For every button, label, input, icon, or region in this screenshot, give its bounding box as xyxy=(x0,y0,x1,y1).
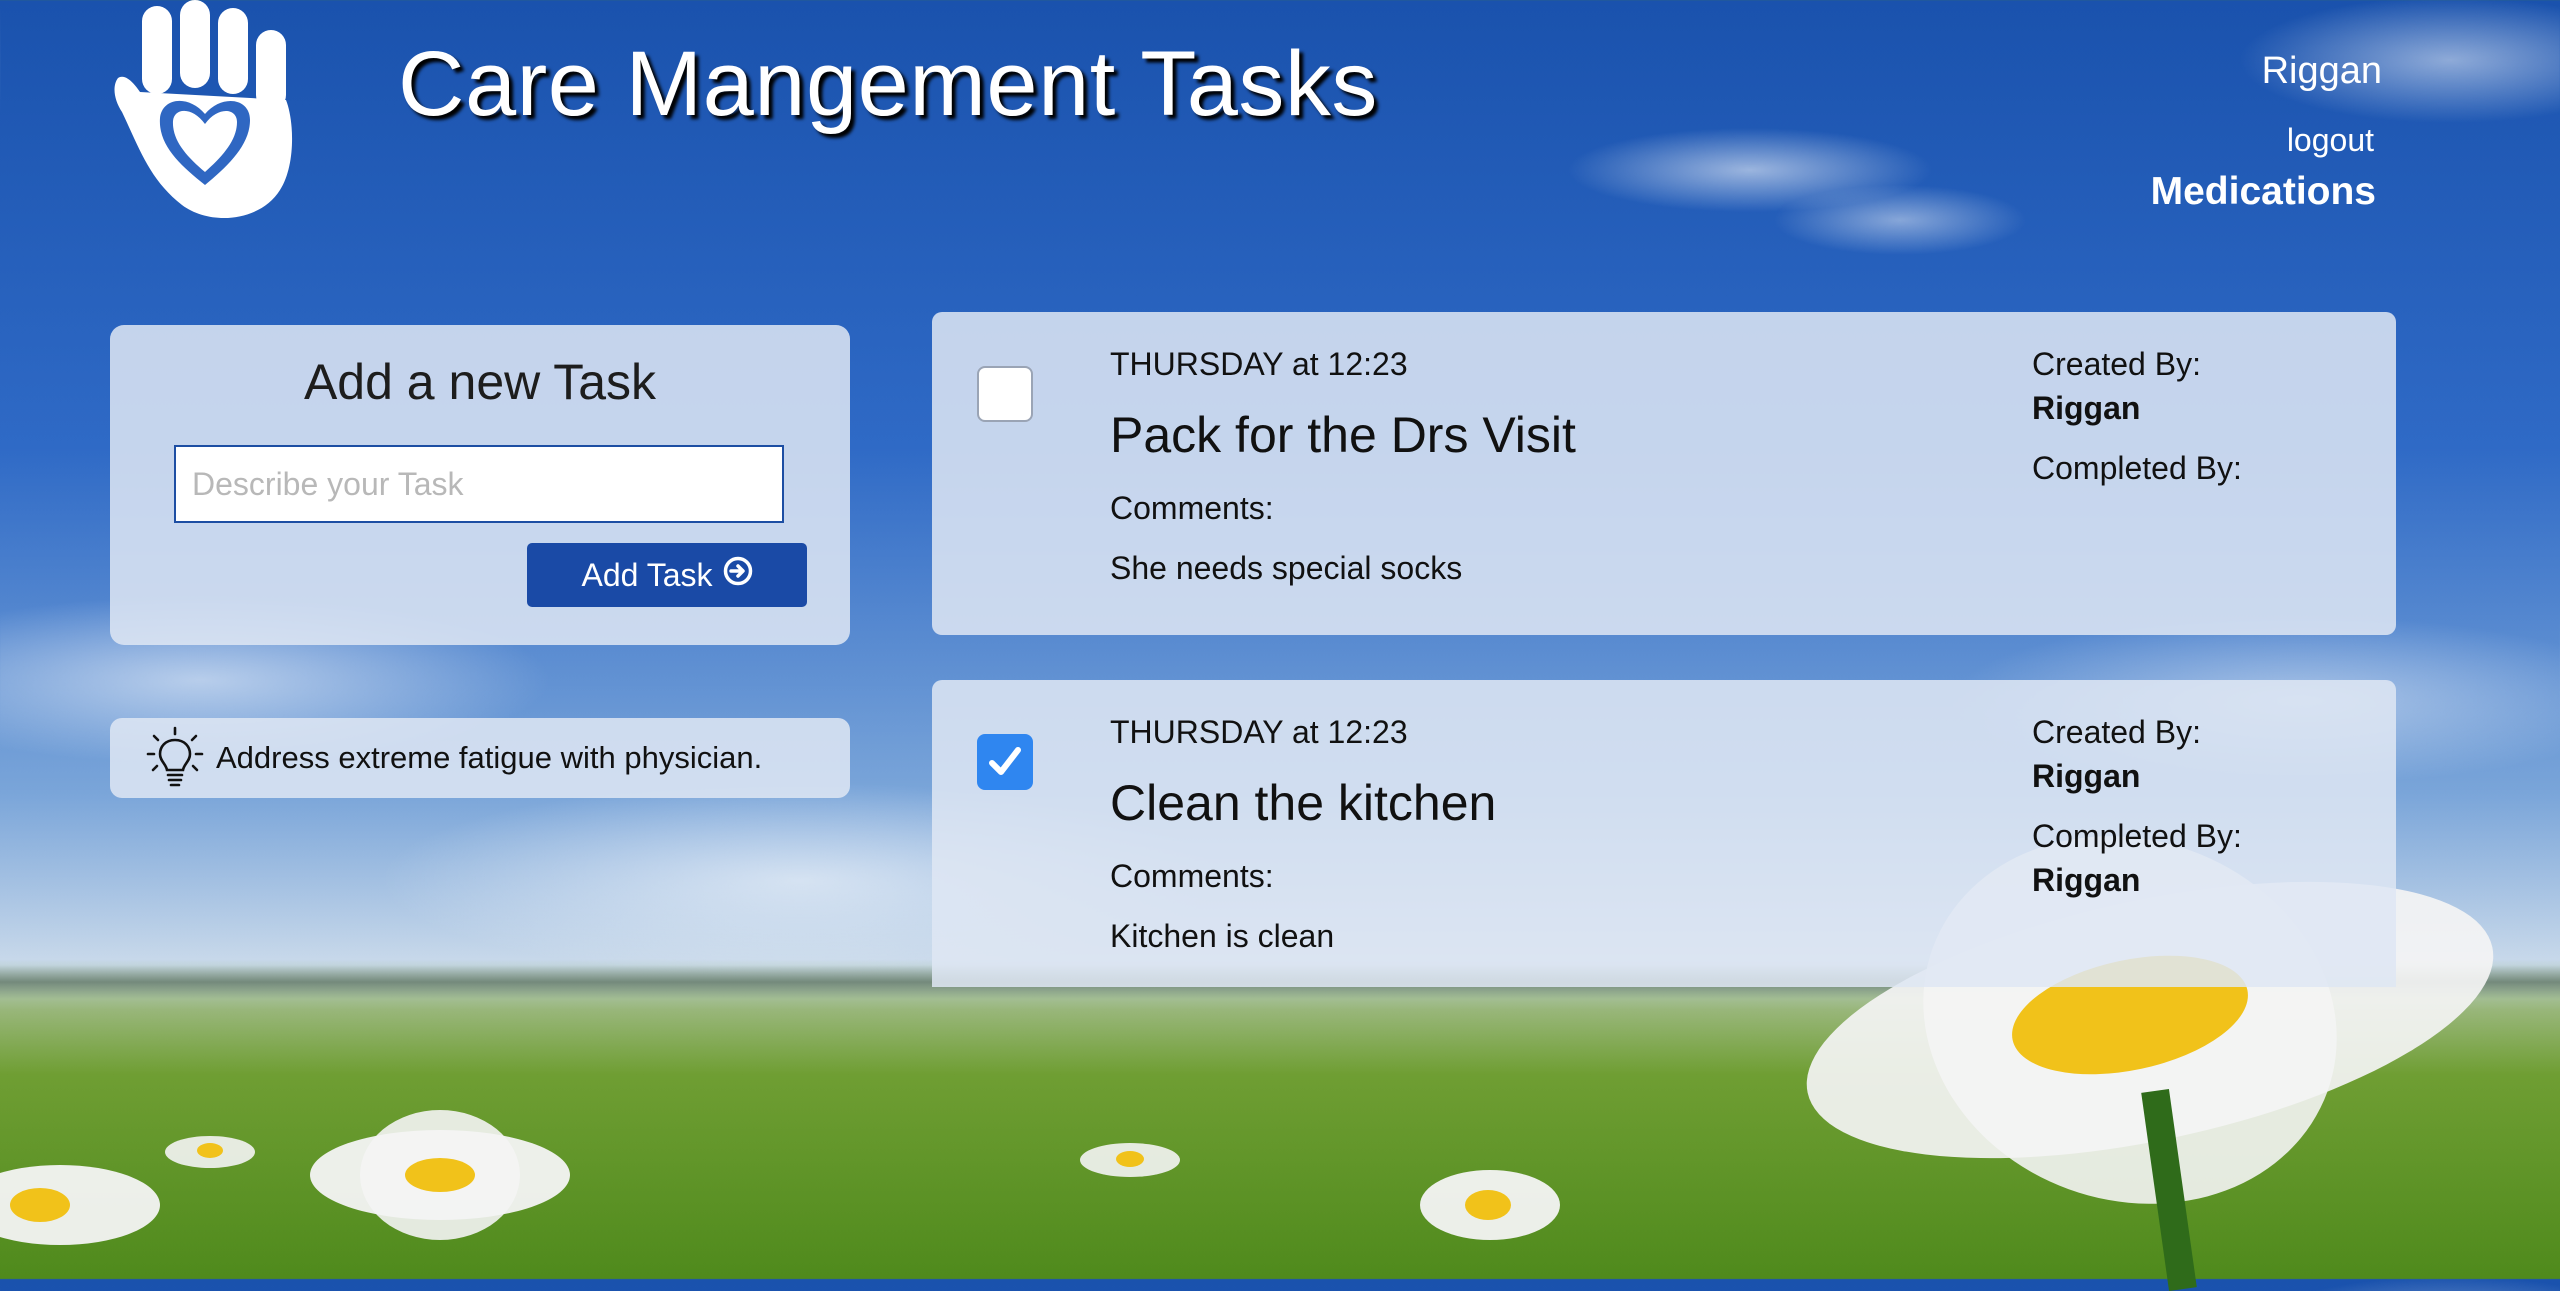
add-task-title: Add a new Task xyxy=(303,354,657,410)
task-description-input[interactable] xyxy=(174,445,784,523)
task-card: THURSDAY at 12:23 Clean the kitchen Comm… xyxy=(932,680,2396,987)
task-complete-checkbox[interactable] xyxy=(977,366,1033,422)
user-name: Riggan xyxy=(2261,50,2382,92)
completed-by-label: Completed By: xyxy=(2032,450,2242,486)
add-task-panel: Add a new Task Add Task xyxy=(110,325,850,645)
created-by-value: Riggan xyxy=(2032,390,2141,426)
daisy-small-far xyxy=(165,1128,255,1174)
task-complete-checkbox[interactable] xyxy=(977,734,1033,790)
task-card: THURSDAY at 12:23 Pack for the Drs Visit… xyxy=(932,312,2396,635)
tip-text: Address extreme fatigue with physician. xyxy=(216,740,763,775)
comments-label: Comments: xyxy=(1110,490,1274,526)
created-by-label: Created By: xyxy=(2032,714,2201,750)
tip-panel: Address extreme fatigue with physician. xyxy=(110,718,850,798)
add-task-button-label: Add Task xyxy=(581,556,713,593)
daisy-small-mid xyxy=(1080,1135,1180,1185)
completed-by-value: Riggan xyxy=(2032,862,2141,898)
comments-text: She needs special socks xyxy=(1110,550,1463,586)
created-by-label: Created By: xyxy=(2032,346,2201,382)
created-by-value: Riggan xyxy=(2032,758,2141,794)
daisy-small-left xyxy=(310,1110,570,1240)
task-date: THURSDAY at 12:23 xyxy=(1110,714,1408,750)
app-title: Care Mangement Tasks xyxy=(398,33,1378,135)
task-date: THURSDAY at 12:23 xyxy=(1110,346,1408,382)
comments-label: Comments: xyxy=(1110,858,1274,894)
medications-link[interactable]: Medications xyxy=(2151,170,2376,214)
comments-text: Kitchen is clean xyxy=(1110,918,1335,954)
daisy-small-center xyxy=(1420,1160,1560,1250)
daisy-small-edge xyxy=(0,1150,160,1260)
add-task-button[interactable]: Add Task xyxy=(527,543,807,607)
completed-by-label: Completed By: xyxy=(2032,818,2242,854)
logout-link[interactable]: logout xyxy=(2287,122,2374,159)
lightbulb-icon xyxy=(146,726,204,790)
hand-heart-icon xyxy=(110,0,300,225)
circle-arrow-right-icon xyxy=(723,556,753,594)
task-title: Pack for the Drs Visit xyxy=(1110,407,1576,463)
task-title: Clean the kitchen xyxy=(1110,775,1497,831)
